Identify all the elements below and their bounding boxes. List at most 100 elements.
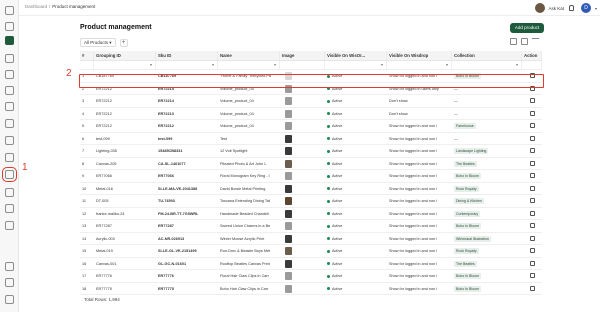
chevron-down-icon[interactable]: ▾ [212,62,214,67]
edit-icon[interactable] [530,148,535,153]
edit-icon[interactable] [530,160,535,166]
table-row[interactable]: 18 ER77775 ER77775 Boho Hair Claw Clips in … [80,283,542,295]
add-filter-button[interactable]: + [119,38,128,47]
product-thumbnail[interactable] [285,159,292,168]
chat-icon[interactable] [5,86,14,95]
product-thumbnail[interactable] [285,184,292,193]
table-row[interactable]: 11 DT-005 TU-74593 Toscana Extending Dining… [80,195,542,208]
edit-icon[interactable] [530,85,535,91]
product-thumbnail[interactable] [285,122,292,130]
table-row[interactable]: 5 ER72212 ER72212 Volume_product_04 Active Sh… [80,120,542,133]
edit-icon[interactable] [530,135,535,141]
filter-cell-grouping[interactable]: ▾ [94,61,156,69]
table-row[interactable]: 17 ER77776 ER77776 Floral Hair Claw Clips i… [80,270,542,283]
chevron-down-icon[interactable]: ▾ [150,62,152,67]
filter-cell-sku[interactable]: ▾ [156,61,218,69]
product-thumbnail[interactable] [285,84,292,93]
column-header[interactable]: # [80,51,94,60]
add-product-button[interactable]: Add product [510,23,544,33]
edit-icon[interactable] [530,248,535,253]
column-header[interactable]: Action [522,51,542,60]
table-row[interactable]: 10 Metal-016 SI-LE-MA-VE-2041388 David Bowi… [80,183,542,195]
store-icon[interactable] [5,262,14,271]
user-profile[interactable]: Ask Kat [535,3,564,13]
filter-icon[interactable] [532,38,539,45]
table-row[interactable]: 13 ER77287 ER77287 Sacred Union Charms in a… [80,220,542,233]
column-header[interactable]: Visible On Wisdrop [387,51,452,60]
dashboard-icon[interactable] [5,36,14,45]
grid-icon[interactable] [5,54,14,63]
breadcrumb-root[interactable]: Dashboard [25,4,47,9]
column-header[interactable]: Sku ID [156,51,218,60]
products-icon[interactable] [2,167,17,182]
export-icon[interactable] [510,38,517,45]
filter-cell-collection[interactable]: ▾ [452,61,522,69]
chevron-down-icon[interactable]: ▾ [381,62,383,67]
edit-icon[interactable] [530,198,535,203]
chevron-down-icon[interactable]: ▾ [274,62,276,67]
table-row[interactable]: 16 Canvas-001 GL-GC-N-01601 Rooftop Beatles… [80,258,542,270]
table-row[interactable]: 8 Canvas-205 CA-SL-1461077 Pileated Photo &… [80,158,542,170]
edit-icon[interactable] [530,123,535,128]
person-icon[interactable] [5,188,14,197]
edit-icon[interactable] [530,210,535,216]
column-header[interactable]: Collection [452,51,522,60]
edit-icon[interactable] [530,285,535,291]
product-filter-select[interactable]: All Products ▾ [80,38,116,47]
avatar[interactable] [535,3,546,13]
product-thumbnail[interactable] [285,72,292,80]
product-thumbnail[interactable] [285,222,292,230]
table-row[interactable]: 1 CB187769 CB187769 "Home & Family" Recycle… [80,70,542,83]
product-thumbnail[interactable] [285,134,292,143]
product-thumbnail[interactable] [285,147,292,155]
product-thumbnail[interactable] [285,234,292,243]
product-thumbnail[interactable] [285,197,292,205]
product-thumbnail[interactable] [285,209,292,218]
menu-icon[interactable] [5,6,14,15]
columns-icon[interactable] [521,38,528,45]
table-row[interactable]: 4 ER72212 ER72213 Volume_product_04 Active Do… [80,108,542,120]
edit-icon[interactable] [530,73,535,78]
chevron-down-icon[interactable]: ▾ [446,62,448,67]
table-row[interactable]: 6 test-099 test-099 Test Active Show for logg… [80,133,542,145]
edit-icon[interactable] [530,260,535,266]
edit-icon[interactable] [530,223,535,228]
chart-icon[interactable] [5,136,14,145]
product-thumbnail[interactable] [285,97,292,105]
chevron-down-icon[interactable]: ▾ [516,62,518,67]
folder-icon[interactable] [5,153,14,162]
edit-icon[interactable] [530,235,535,241]
product-thumbnail[interactable] [285,259,292,268]
column-header[interactable]: Grouping ID [94,51,156,60]
table-row[interactable]: 15 Metal-019 SI-LE-GL-VE-2151499 Run-Dmc & … [80,245,542,258]
table-row[interactable]: 9 ER77066 ER77066 Floral Monogram Key Ring … [80,170,542,183]
product-thumbnail[interactable] [285,172,292,180]
edit-icon[interactable] [530,185,535,191]
edit-icon[interactable] [530,98,535,103]
tag-icon[interactable] [5,204,14,213]
edit-icon[interactable] [530,110,535,116]
filter-cell-wisor[interactable]: ▾ [325,61,387,69]
table-row[interactable]: 14 Acrylic-003 AC-NR-026913 Winter Moose Ac… [80,233,542,245]
cloud-icon[interactable] [5,221,14,230]
edit-icon[interactable] [530,173,535,178]
bell-icon[interactable] [569,5,574,11]
logout-icon[interactable] [5,295,14,304]
home-icon[interactable] [5,22,14,31]
filter-cell-name[interactable]: ▾ [218,61,280,69]
filter-cell-wisdrop[interactable]: ▾ [387,61,452,69]
table-row[interactable]: 2 ER72212 ER72215 Volume_product_04 Active Sh… [80,83,542,95]
product-thumbnail[interactable] [285,284,292,293]
users-icon[interactable] [5,70,14,79]
user-badge[interactable]: D [581,3,591,13]
settings-icon[interactable] [5,278,14,287]
chevron-down-icon[interactable]: ▾ [595,6,597,11]
column-header[interactable]: Name [218,51,280,60]
table-row[interactable]: 3 ER72212 ER72214 Volume_product_04 Active Do… [80,95,542,108]
product-thumbnail[interactable] [285,272,292,280]
table-row[interactable]: 12 franke-malibu-24 FM-24-BR-TT-7G5WRL Hand… [80,208,542,220]
edit-icon[interactable] [530,273,535,278]
box-icon[interactable] [5,102,14,111]
product-thumbnail[interactable] [285,109,292,118]
table-row[interactable]: 7 Lighting-035 15485CB8331 12 Volt Spotligh… [80,145,542,158]
